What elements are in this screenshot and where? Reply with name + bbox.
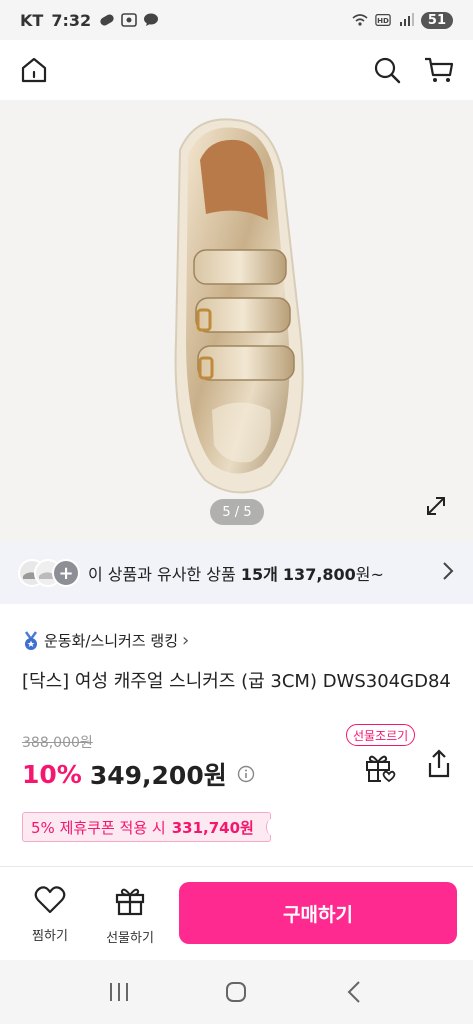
discount-rate: 10% xyxy=(22,759,82,789)
plus-icon: + xyxy=(52,559,80,587)
gift-button[interactable]: 선물하기 xyxy=(102,885,158,946)
sale-price: 349,200원 xyxy=(89,761,227,790)
product-image xyxy=(174,118,304,494)
chevron-right-icon xyxy=(441,561,455,585)
gift-request-badge: 선물조르기 xyxy=(346,724,416,746)
product-image-gallery[interactable]: 5 / 5 xyxy=(0,100,473,542)
similar-prefix: 이 상품과 유사한 상품 xyxy=(88,565,241,584)
gift-icon xyxy=(114,885,146,921)
battery-indicator: 51 xyxy=(420,11,453,29)
ranking-label: 운동화/스니커즈 랭킹 xyxy=(44,632,179,650)
wish-label: 찜하기 xyxy=(32,929,68,944)
home-button-icon[interactable] xyxy=(221,977,251,1007)
similar-price: 137,800 xyxy=(282,565,356,584)
coupon-price-badge[interactable]: 5% 제휴쿠폰 적용 시 331,740원 xyxy=(22,812,276,842)
medal-icon xyxy=(22,630,40,651)
price-row: 10% 349,200원 xyxy=(22,756,255,792)
similar-thumbnails: + xyxy=(18,559,84,587)
clock-time: 7:32 xyxy=(51,10,92,30)
search-icon[interactable] xyxy=(371,54,403,86)
share-icon[interactable] xyxy=(424,748,454,780)
screen-record-icon xyxy=(121,13,137,27)
wifi-icon xyxy=(352,13,368,27)
buy-button[interactable]: 구매하기 xyxy=(179,882,457,944)
status-bar: KT 7:32 HD 51 xyxy=(0,0,473,40)
signal-icon xyxy=(398,13,414,27)
gift-label: 선물하기 xyxy=(106,931,154,946)
heart-icon xyxy=(34,885,66,919)
back-icon[interactable] xyxy=(339,977,369,1007)
original-price: 388,000원 xyxy=(22,735,93,751)
system-navigation-bar xyxy=(0,960,473,1024)
similar-suffix: 원~ xyxy=(355,565,384,584)
coupon-notch xyxy=(265,819,276,835)
similar-products-text: 이 상품과 유사한 상품 15개 137,800원~ xyxy=(88,561,384,585)
info-icon[interactable] xyxy=(237,765,255,783)
coupon-price: 331,740원 xyxy=(171,818,254,837)
talk-icon xyxy=(143,13,159,27)
chevron-right-icon: › xyxy=(182,630,190,651)
gift-request-icon[interactable] xyxy=(362,750,398,784)
svg-text:HD: HD xyxy=(377,16,389,25)
gallery-page-indicator: 5 / 5 xyxy=(210,499,264,525)
top-nav xyxy=(0,40,473,100)
cart-icon[interactable] xyxy=(423,54,455,86)
expand-icon[interactable] xyxy=(424,494,448,518)
pill-icon xyxy=(99,13,115,27)
product-title: [닥스] 여성 캐주얼 스니커즈 (굽 3CM) DWS304GD84 xyxy=(22,671,451,692)
similar-count: 15개 xyxy=(240,565,278,584)
recent-apps-icon[interactable] xyxy=(104,977,134,1007)
home-icon[interactable] xyxy=(18,54,50,86)
similar-products-bar[interactable]: + 이 상품과 유사한 상품 15개 137,800원~ xyxy=(0,542,473,604)
carrier-label: KT xyxy=(20,10,44,30)
coupon-label: 5% 제휴쿠폰 적용 시 xyxy=(31,818,166,837)
bottom-action-bar: 찜하기 선물하기 구매하기 xyxy=(0,867,473,960)
wish-button[interactable]: 찜하기 xyxy=(28,885,72,944)
hd-icon: HD xyxy=(375,13,391,27)
category-ranking-link[interactable]: 운동화/스니커즈 랭킹 › xyxy=(22,630,189,651)
